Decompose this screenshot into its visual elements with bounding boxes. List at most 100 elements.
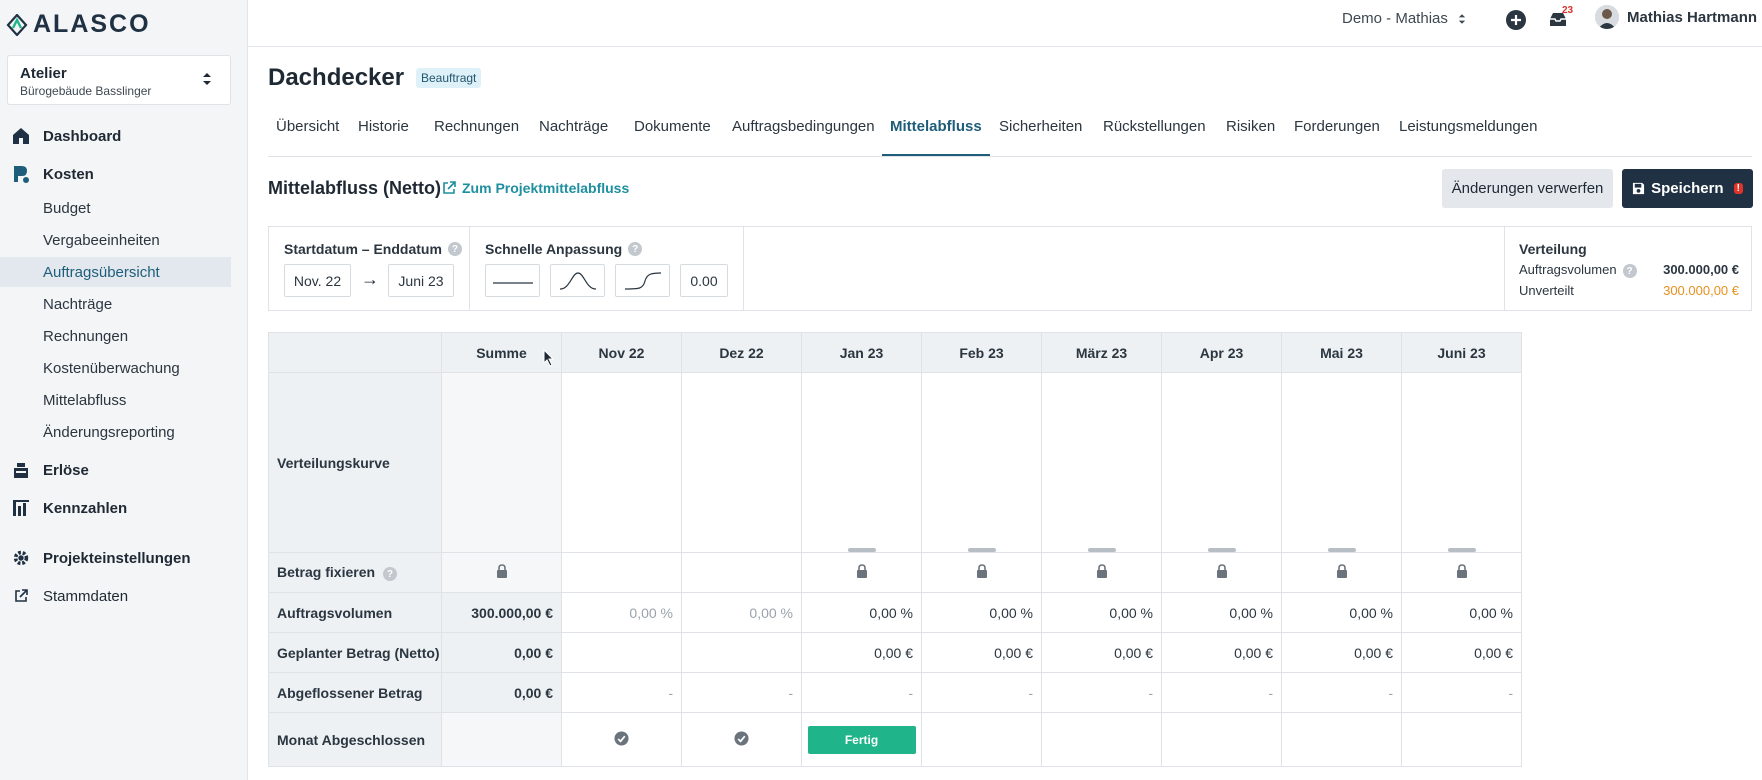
planned-input[interactable]: 0,00 €: [1401, 632, 1522, 673]
arrow-right-icon: →: [361, 269, 379, 289]
curve-linear-button[interactable]: [485, 264, 540, 297]
logo[interactable]: ALASCO: [6, 10, 151, 39]
volume-input[interactable]: 0,00 %: [561, 592, 682, 633]
help-icon[interactable]: ?: [447, 242, 462, 256]
project-cashflow-link[interactable]: Zum Projektmittelabfluss: [442, 180, 629, 196]
unsaved-warning-badge: !: [1733, 183, 1743, 194]
quick-adjust-input[interactable]: 0.00: [680, 264, 728, 297]
table-cell[interactable]: [921, 552, 1042, 593]
external-link-icon: [443, 181, 456, 194]
user-menu[interactable]: Mathias Hartmann: [1595, 5, 1757, 29]
nav-kostenueberwachung[interactable]: Kostenüberwachung: [0, 353, 231, 383]
planned-input[interactable]: [681, 632, 802, 673]
month-done-button[interactable]: Fertig: [807, 725, 916, 754]
inbox-button[interactable]: 23: [1548, 5, 1573, 31]
planned-input[interactable]: 0,00 €: [921, 632, 1042, 673]
curve-handle[interactable]: [1087, 548, 1116, 552]
month-header: Juni 23: [1401, 332, 1522, 373]
tab-rechnungen[interactable]: Rechnungen: [426, 118, 527, 156]
fix-row: Betrag fixieren ?: [268, 552, 1522, 593]
lock-icon: [1336, 564, 1347, 578]
nav-nachtraege[interactable]: Nachträge: [0, 289, 231, 319]
planned-input[interactable]: 0,00 €: [801, 632, 922, 673]
planned-input[interactable]: 0,00 €: [1041, 632, 1162, 673]
volume-input[interactable]: 0,00 %: [1161, 592, 1282, 633]
table-cell[interactable]: [801, 552, 922, 593]
planned-input[interactable]: [561, 632, 682, 673]
nav-stammdaten[interactable]: Stammdaten: [0, 581, 248, 611]
table-cell: [921, 712, 1042, 767]
planned-input[interactable]: 0,00 €: [1161, 632, 1282, 673]
table-cell[interactable]: [1161, 552, 1282, 593]
volume-input[interactable]: 0,00 %: [681, 592, 802, 633]
nav-rechnungen[interactable]: Rechnungen: [0, 321, 231, 351]
volume-input[interactable]: 0,00 %: [1041, 592, 1162, 633]
table-cell[interactable]: [1281, 552, 1402, 593]
bell-curve-icon: [559, 271, 596, 290]
curve-bell-button[interactable]: [550, 264, 605, 297]
tab-historie[interactable]: Historie: [350, 118, 417, 156]
nav-dashboard[interactable]: Dashboard: [0, 121, 248, 151]
save-button[interactable]: Speichern !: [1622, 169, 1753, 208]
table-cell[interactable]: [441, 552, 562, 593]
tab-leistungsmeldungen[interactable]: Leistungsmeldungen: [1391, 118, 1545, 156]
lock-icon: [1096, 564, 1107, 578]
tab-forderungen[interactable]: Forderungen: [1286, 118, 1388, 156]
table-cell[interactable]: [1041, 552, 1162, 593]
paid-sum: 0,00 €: [441, 672, 562, 713]
nav-kosten[interactable]: Kosten: [0, 159, 248, 189]
volume-input[interactable]: 0,00 %: [1401, 592, 1522, 633]
curve-s-button[interactable]: [615, 264, 670, 297]
project-selector[interactable]: Atelier Bürogebäude Basslinger: [7, 55, 231, 105]
month-header: Apr 23: [1161, 332, 1282, 373]
tab-dokumente[interactable]: Dokumente: [626, 118, 719, 156]
curve-handle[interactable]: [1447, 548, 1476, 552]
nav-projekteinstellungen[interactable]: Projekteinstellungen: [0, 543, 248, 573]
month-header: Dez 22: [681, 332, 802, 373]
volume-input[interactable]: 0,00 %: [1281, 592, 1402, 633]
volume-input[interactable]: 0,00 %: [801, 592, 922, 633]
month-header: Jan 23: [801, 332, 922, 373]
tab-sicherheiten[interactable]: Sicherheiten: [991, 118, 1090, 156]
help-icon[interactable]: ?: [1622, 264, 1637, 278]
nav-kennzahlen[interactable]: Kennzahlen: [0, 493, 248, 523]
tab-rueckstellungen[interactable]: Rückstellungen: [1095, 118, 1214, 156]
help-icon[interactable]: ?: [628, 242, 643, 256]
curve-handle[interactable]: [847, 548, 876, 552]
month-header: März 23: [1041, 332, 1162, 373]
nav-mittelabfluss[interactable]: Mittelabfluss: [0, 385, 231, 415]
tab-nachtraege[interactable]: Nachträge: [531, 118, 616, 156]
distribution-unassigned-value: 300.000,00 €: [1663, 283, 1739, 298]
tab-bar: Übersicht Historie Rechnungen Nachträge …: [268, 111, 1752, 157]
lock-icon: [1216, 564, 1227, 578]
volume-input[interactable]: 0,00 %: [921, 592, 1042, 633]
project-cashflow-link-label: Zum Projektmittelabfluss: [462, 180, 630, 196]
nav-aenderungsreporting[interactable]: Änderungsreporting: [0, 417, 231, 447]
workspace-label: Demo - Mathias: [1342, 10, 1448, 27]
volume-sum: 300.000,00 €: [441, 592, 562, 633]
help-icon[interactable]: ?: [382, 567, 397, 582]
add-button[interactable]: [1505, 9, 1527, 31]
nav-vergabeeinheiten[interactable]: Vergabeeinheiten: [0, 225, 231, 255]
distribution-unassigned-row: Unverteilt 300.000,00 €: [1519, 283, 1739, 298]
distribution-volume-row: Auftragsvolumen ? 300.000,00 €: [1519, 262, 1739, 278]
curve-handle[interactable]: [967, 548, 996, 552]
tab-auftragsbedingungen[interactable]: Auftragsbedingungen: [724, 118, 883, 156]
workspace-selector[interactable]: Demo - Mathias: [1342, 10, 1466, 27]
paid-value: -: [681, 672, 802, 713]
nav-erloese[interactable]: Erlöse: [0, 455, 248, 485]
nav-budget[interactable]: Budget: [0, 193, 231, 223]
end-date-input[interactable]: Juni 23: [388, 264, 454, 297]
curve-handle[interactable]: [1207, 548, 1236, 552]
table-cell: [1161, 712, 1282, 767]
planned-input[interactable]: 0,00 €: [1281, 632, 1402, 673]
start-date-input[interactable]: Nov. 22: [284, 264, 351, 297]
tab-risiken[interactable]: Risiken: [1218, 118, 1283, 156]
nav-auftragsuebersicht[interactable]: Auftragsübersicht: [0, 257, 231, 287]
discard-changes-button[interactable]: Änderungen verwerfen: [1442, 169, 1613, 208]
table-cell[interactable]: [1401, 552, 1522, 593]
curve-handle[interactable]: [1327, 548, 1356, 552]
tab-uebersicht[interactable]: Übersicht: [268, 118, 347, 156]
row-label: Monat Abgeschlossen: [268, 712, 442, 767]
tab-mittelabfluss[interactable]: Mittelabfluss: [882, 118, 990, 156]
